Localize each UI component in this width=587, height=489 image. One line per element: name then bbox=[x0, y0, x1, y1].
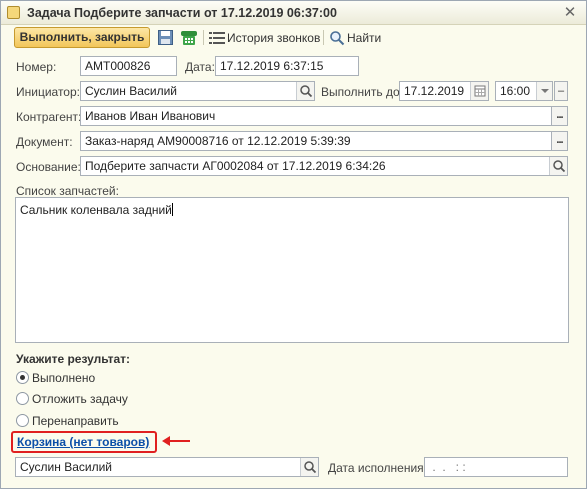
annotation-arrow-icon bbox=[162, 436, 190, 446]
title-bar: Задача Подберите запчасти от 17.12.2019 … bbox=[1, 1, 586, 25]
phone-icon[interactable] bbox=[180, 29, 197, 46]
due-time-value: 16:00 bbox=[500, 84, 531, 98]
number-label: Номер: bbox=[16, 60, 57, 74]
completion-date-label: Дата исполнения: bbox=[328, 461, 427, 475]
radio-label: Отложить задачу bbox=[32, 392, 128, 406]
cart-link[interactable]: Корзина (нет товаров) bbox=[17, 435, 149, 449]
time-clear-button[interactable]: – bbox=[554, 81, 568, 101]
find-button[interactable]: Найти bbox=[347, 31, 381, 45]
completion-date-field[interactable] bbox=[424, 457, 568, 477]
basis-search-button[interactable] bbox=[549, 157, 567, 175]
assignee-value: Суслин Василий bbox=[20, 460, 112, 474]
text-caret bbox=[171, 203, 173, 216]
radio-button[interactable] bbox=[16, 414, 29, 427]
toolbar-separator bbox=[203, 30, 204, 45]
initiator-label: Инициатор: bbox=[16, 85, 80, 99]
parts-list-textarea[interactable]: Сальник коленвала задний bbox=[15, 197, 569, 343]
basis-label: Основание: bbox=[16, 160, 81, 174]
search-icon[interactable] bbox=[329, 30, 346, 47]
radio-label: Перенаправить bbox=[32, 414, 119, 428]
assignee-field[interactable]: Суслин Василий bbox=[15, 457, 319, 477]
window-title: Задача Подберите запчасти от 17.12.2019 … bbox=[27, 6, 337, 20]
document-field[interactable]: Заказ-наряд АМ90008716 от 12.12.2019 5:3… bbox=[80, 131, 552, 151]
counterparty-label: Контрагент: bbox=[16, 110, 82, 124]
number-field[interactable]: АМТ000826 bbox=[80, 56, 177, 76]
toolbar-separator bbox=[323, 30, 324, 45]
document-label: Документ: bbox=[16, 135, 73, 149]
search-icon bbox=[304, 461, 317, 474]
radio-button[interactable] bbox=[16, 392, 29, 405]
document-select-button[interactable]: ... bbox=[551, 131, 568, 151]
time-dropdown-button[interactable] bbox=[536, 82, 552, 100]
initiator-value: Суслин Василий bbox=[85, 84, 177, 98]
initiator-search-button[interactable] bbox=[296, 82, 314, 100]
list-icon[interactable] bbox=[209, 31, 226, 48]
radio-button[interactable] bbox=[16, 371, 29, 384]
chevron-down-icon bbox=[541, 89, 549, 93]
calendar-button[interactable] bbox=[470, 82, 488, 100]
search-icon bbox=[553, 160, 566, 173]
search-icon bbox=[300, 85, 313, 98]
counterparty-select-button[interactable]: ... bbox=[551, 106, 568, 126]
initiator-field[interactable]: Суслин Василий bbox=[80, 81, 315, 101]
calendar-icon bbox=[474, 85, 486, 97]
execute-close-button[interactable]: Выполнить, закрыть bbox=[14, 27, 150, 48]
toolbar: Выполнить, закрыть История звонков Найти bbox=[1, 25, 586, 51]
call-history-button[interactable]: История звонков bbox=[227, 31, 320, 45]
close-icon[interactable]: ✕ bbox=[562, 5, 578, 21]
due-date-label: Выполнить до: bbox=[321, 85, 403, 99]
assignee-search-button[interactable] bbox=[300, 458, 318, 476]
parts-list-label: Список запчастей: bbox=[16, 184, 119, 198]
task-window: Задача Подберите запчасти от 17.12.2019 … bbox=[0, 0, 587, 489]
task-app-icon bbox=[7, 6, 20, 19]
save-icon[interactable] bbox=[157, 29, 174, 46]
parts-list-value: Сальник коленвала задний bbox=[20, 203, 172, 217]
radio-label: Выполнено bbox=[32, 371, 96, 385]
date-label: Дата: bbox=[185, 60, 215, 74]
due-date-value: 17.12.2019 bbox=[404, 84, 465, 98]
result-heading: Укажите результат: bbox=[16, 352, 131, 366]
date-field[interactable]: 17.12.2019 6:37:15 bbox=[215, 56, 359, 76]
due-time-field[interactable]: 16:00 bbox=[495, 81, 553, 101]
basis-value: Подберите запчасти АГ0002084 от 17.12.20… bbox=[85, 159, 386, 173]
counterparty-field[interactable]: Иванов Иван Иванович bbox=[80, 106, 552, 126]
basis-field[interactable]: Подберите запчасти АГ0002084 от 17.12.20… bbox=[80, 156, 568, 176]
due-date-field[interactable]: 17.12.2019 bbox=[399, 81, 489, 101]
